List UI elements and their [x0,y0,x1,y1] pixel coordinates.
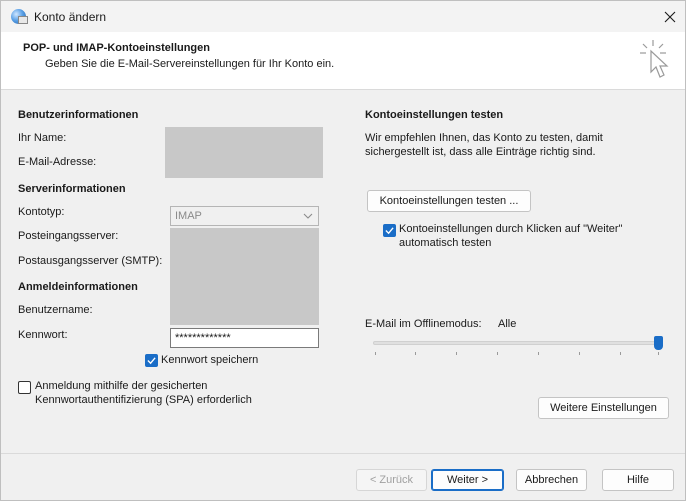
header-subtitle: Geben Sie die E-Mail-Servereinstellungen… [45,58,335,70]
offline-slider-thumb[interactable] [654,336,663,350]
username-label: Benutzername: [18,304,93,316]
back-button[interactable]: < Zurück [356,469,427,491]
save-password-checkbox[interactable] [145,354,158,367]
server-info-heading: Serverinformationen [18,183,126,195]
outgoing-server-label: Postausgangsserver (SMTP): [18,255,163,267]
close-button[interactable] [655,1,685,32]
slider-tick [579,352,580,355]
spa-label-line2[interactable]: Kennwortauthentifizierung (SPA) erforder… [35,394,252,406]
more-settings-button[interactable]: Weitere Einstellungen [538,397,669,419]
password-label: Kennwort: [18,329,68,341]
dialog-header: POP- und IMAP-Kontoeinstellungen Geben S… [1,32,685,90]
checkmark-icon [147,357,156,365]
user-info-heading: Benutzerinformationen [18,109,139,121]
spa-checkbox[interactable] [18,381,31,394]
email-label: E-Mail-Adresse: [18,156,97,168]
login-info-heading: Anmeldeinformationen [18,281,138,293]
slider-tick [620,352,621,355]
redacted-user-fields [165,127,323,178]
cancel-button[interactable]: Abbrechen [516,469,587,491]
slider-tick [375,352,376,355]
title-bar: Konto ändern [1,1,685,32]
auto-test-label-line2[interactable]: automatisch testen [399,237,491,249]
outlook-app-icon [11,9,28,24]
test-settings-heading: Kontoeinstellungen testen [365,109,504,121]
name-label: Ihr Name: [18,132,67,144]
spa-label-line1[interactable]: Anmeldung mithilfe der gesicherten [35,380,207,392]
next-button[interactable]: Weiter > [431,469,504,491]
offline-mode-label: E-Mail im Offlinemodus: [365,318,482,330]
test-account-button[interactable]: Kontoeinstellungen testen ... [367,190,531,212]
auto-test-label-line1[interactable]: Kontoeinstellungen durch Klicken auf "We… [399,223,622,235]
account-dialog: Konto ändern POP- und IMAP-Kontoeinstell… [0,0,686,501]
incoming-server-label: Posteingangsserver: [18,230,119,242]
offline-mode-value: Alle [498,318,517,330]
click-cursor-icon [640,40,669,78]
test-description-line2: sichergestellt ist, dass alle Einträge r… [365,146,596,158]
account-type-label: Kontotyp: [18,206,65,218]
checkmark-icon [385,227,394,235]
account-type-value: IMAP [175,210,202,222]
auto-test-checkbox[interactable] [383,224,396,237]
account-type-select: IMAP [170,206,319,226]
slider-tick [497,352,498,355]
password-field[interactable]: ************* [170,328,319,348]
header-title: POP- und IMAP-Kontoeinstellungen [23,42,210,54]
help-button[interactable]: Hilfe [602,469,674,491]
close-icon [664,11,676,22]
test-description-line1: Wir empfehlen Ihnen, das Konto zu testen… [365,132,603,144]
window-title: Konto ändern [34,10,107,24]
chevron-down-icon [303,213,313,219]
slider-tick [658,352,659,355]
save-password-label[interactable]: Kennwort speichern [161,354,258,366]
redacted-server-fields [170,228,319,325]
slider-tick [456,352,457,355]
slider-tick [538,352,539,355]
offline-slider-track[interactable] [373,341,663,345]
footer-divider [1,453,685,454]
slider-tick [415,352,416,355]
